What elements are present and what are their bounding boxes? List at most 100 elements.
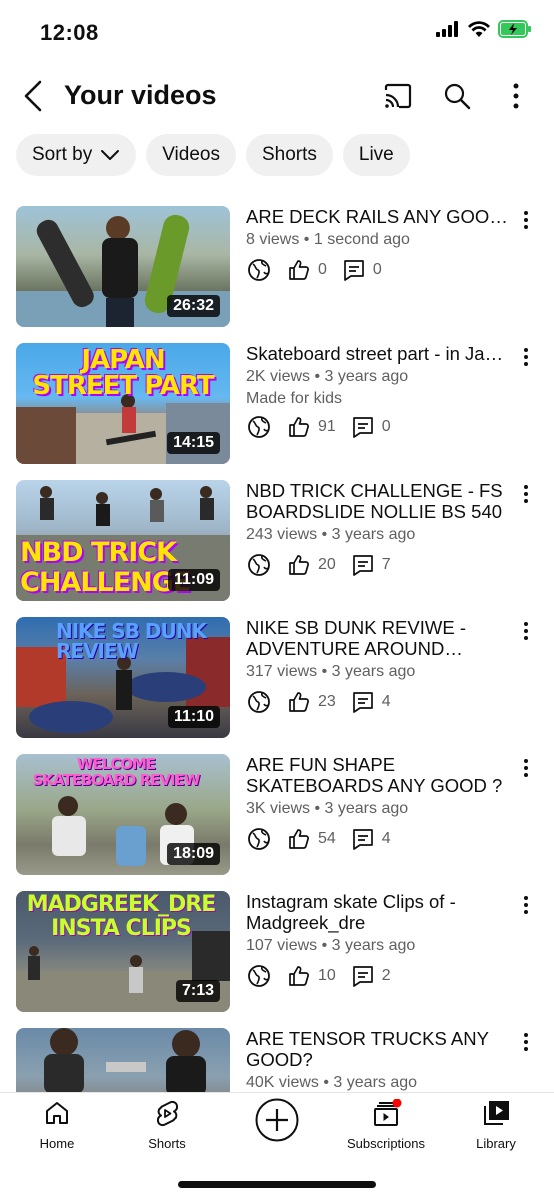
nav-create[interactable] [227,1097,327,1148]
video-title[interactable]: NBD TRICK CHALLENGE - FS BOARDSLIDE NOLL… [246,480,508,522]
video-more-button[interactable] [516,758,536,786]
more-vertical-icon [524,759,528,777]
video-row: ARE TENSOR TRUCKS ANY GOOD? 40K views • … [0,1028,554,1092]
video-thumbnail[interactable]: NBD TRICK CHALLENGE 11:09 [16,480,230,601]
shorts-icon [156,1100,179,1127]
video-stats: 91 0 [246,414,508,440]
video-thumbnail[interactable]: JAPAN STREET PART 14:15 [16,343,230,464]
video-duration: 18:09 [167,843,220,865]
globe-icon [246,689,272,715]
chevron-down-icon [101,150,120,160]
more-vertical-icon [524,485,528,503]
video-row: NIKE SB DUNK REVIEW 11:10 NIKE SB DUNK R… [0,617,554,739]
video-more-button[interactable] [516,895,536,923]
video-more-button[interactable] [516,621,536,649]
video-title[interactable]: Instagram skate Clips of - Madgreek_dre [246,891,508,933]
comment-count: 7 [381,556,391,573]
shorts-chip[interactable]: Shorts [245,134,333,176]
like-count: 91 [318,418,336,435]
video-more-button[interactable] [516,484,536,512]
view-count: 2K views [246,368,311,385]
upload-age: 3 years ago [333,1074,418,1091]
status-bar: 12:08 [0,0,554,64]
cast-icon [384,83,412,109]
upload-age: 1 second ago [313,231,410,248]
upload-age: 3 years ago [331,526,416,543]
video-stats: 54 4 [246,826,508,852]
view-count: 107 views [246,937,318,954]
sort-by-chip[interactable]: Sort by [16,134,137,176]
thumbs-up-icon [286,257,312,283]
video-meta: 8 views • 1 second ago [246,231,410,248]
video-thumbnail[interactable] [16,1028,230,1092]
thumbnail-caption: JAPAN STREET PART [32,345,214,401]
home-icon [46,1102,68,1124]
video-info: Instagram skate Clips of - Madgreek_dre … [246,891,508,989]
more-options-button[interactable] [496,76,536,116]
video-more-button[interactable] [516,1032,536,1060]
search-icon [444,83,471,110]
video-meta: 243 views • 3 years ago [246,526,416,543]
video-info: NIKE SB DUNK REVIWE - ADVENTURE AROUND T… [246,617,508,715]
home-indicator[interactable] [178,1181,376,1188]
video-duration: 14:15 [167,432,220,454]
comment-icon [350,826,376,852]
video-title[interactable]: Skateboard street part - in Japan [246,343,508,364]
comment-count: 2 [381,967,391,984]
upload-age: 3 years ago [331,937,416,954]
video-row: 26:32 ARE DECK RAILS ANY GOOD? 8 views •… [0,206,554,328]
nav-label: Subscriptions [346,1136,426,1151]
more-vertical-icon [524,348,528,366]
nav-label: Shorts [148,1136,186,1151]
view-count: 3K views [246,800,311,817]
video-meta: 3K views • 3 years ago [246,800,409,817]
view-count: 317 views [246,663,318,680]
like-count: 0 [318,261,327,278]
like-count: 23 [318,693,336,710]
comment-icon [350,414,376,440]
live-chip[interactable]: Live [342,134,410,176]
more-vertical-icon [524,211,528,229]
video-row: WELCOME SKATEBOARD REVIEW 18:09 ARE FUN … [0,754,554,876]
video-thumbnail[interactable]: NIKE SB DUNK REVIEW 11:10 [16,617,230,738]
video-stats: 10 2 [246,963,508,989]
like-count: 10 [318,967,336,984]
app-header: Your videos [0,64,554,128]
nav-shorts[interactable]: Shorts [117,1099,217,1151]
video-title[interactable]: ARE TENSOR TRUCKS ANY GOOD? [246,1028,508,1070]
search-button[interactable] [437,76,477,116]
thumbs-up-icon [286,552,312,578]
video-title[interactable]: NIKE SB DUNK REVIWE - ADVENTURE AROUND T… [246,617,508,659]
comment-count: 4 [381,830,391,847]
videos-chip[interactable]: Videos [146,134,236,176]
globe-icon [246,963,272,989]
back-button[interactable] [18,78,50,114]
thumbnail-image [44,1028,206,1092]
video-more-button[interactable] [516,210,536,238]
like-count: 20 [318,556,336,573]
nav-subscriptions[interactable]: Subscriptions [336,1098,436,1151]
more-vertical-icon [524,896,528,914]
video-thumbnail[interactable]: WELCOME SKATEBOARD REVIEW 18:09 [16,754,230,875]
video-thumbnail[interactable]: MADGREEK_DRE INSTA CLIPS 7:13 [16,891,230,1012]
comment-count: 0 [381,418,391,435]
video-thumbnail[interactable]: 26:32 [16,206,230,327]
nav-home[interactable]: Home [7,1099,107,1151]
comment-icon [350,963,376,989]
video-title[interactable]: ARE DECK RAILS ANY GOOD? [246,206,508,227]
video-meta: 107 views • 3 years ago [246,937,416,954]
video-row: NBD TRICK CHALLENGE 11:09 NBD TRICK CHAL… [0,480,554,602]
video-title[interactable]: ARE FUN SHAPE SKATEBOARDS ANY GOOD ? [246,754,508,796]
video-stats: 0 0 [246,257,508,283]
video-list: 26:32 ARE DECK RAILS ANY GOOD? 8 views •… [0,206,554,1092]
chip-label: Videos [162,144,220,165]
thumbnail-caption: NIKE SB DUNK REVIEW [56,619,207,663]
nav-library[interactable]: Library [446,1099,546,1151]
video-more-button[interactable] [516,347,536,375]
filter-chips: Sort by Videos Shorts Live [16,134,410,176]
globe-icon [246,552,272,578]
comment-icon [350,552,376,578]
page-title: Your videos [64,80,217,110]
create-icon [255,1098,299,1142]
cast-button[interactable] [378,76,418,116]
